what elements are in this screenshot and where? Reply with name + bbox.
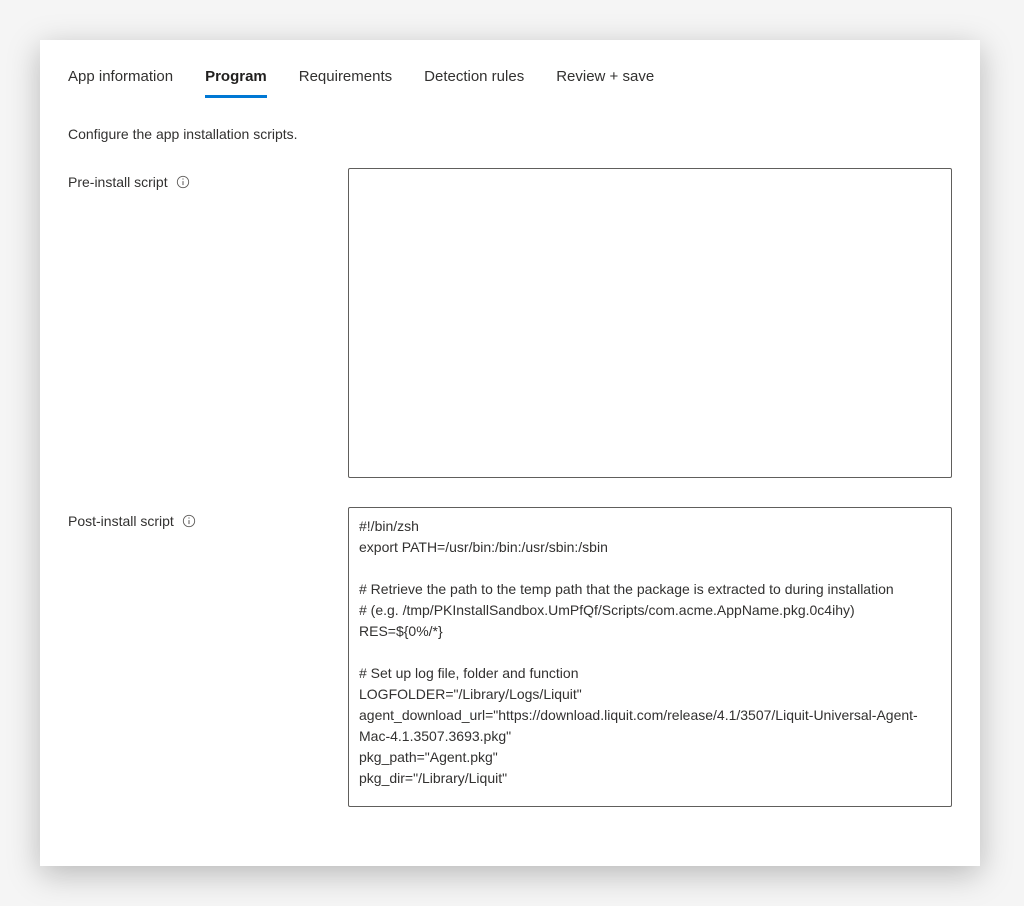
- tab-detection-rules[interactable]: Detection rules: [424, 60, 524, 98]
- pre-install-row: Pre-install script: [68, 168, 952, 483]
- tab-program[interactable]: Program: [205, 60, 267, 98]
- post-install-script-input[interactable]: [348, 507, 952, 807]
- pre-install-input-wrap: [348, 168, 952, 483]
- pre-install-label: Pre-install script: [68, 174, 168, 190]
- tab-requirements[interactable]: Requirements: [299, 60, 392, 98]
- post-install-row: Post-install script: [68, 507, 952, 812]
- pre-install-script-input[interactable]: [348, 168, 952, 478]
- section-description: Configure the app installation scripts.: [68, 126, 952, 142]
- tab-app-information[interactable]: App information: [68, 60, 173, 98]
- post-install-input-wrap: [348, 507, 952, 812]
- post-install-label-group: Post-install script: [68, 507, 348, 529]
- info-icon[interactable]: [176, 175, 190, 189]
- info-icon[interactable]: [182, 514, 196, 528]
- tab-review-save[interactable]: Review + save: [556, 60, 654, 98]
- post-install-label: Post-install script: [68, 513, 174, 529]
- program-panel: App information Program Requirements Det…: [40, 40, 980, 866]
- tab-bar: App information Program Requirements Det…: [68, 60, 952, 98]
- pre-install-label-group: Pre-install script: [68, 168, 348, 190]
